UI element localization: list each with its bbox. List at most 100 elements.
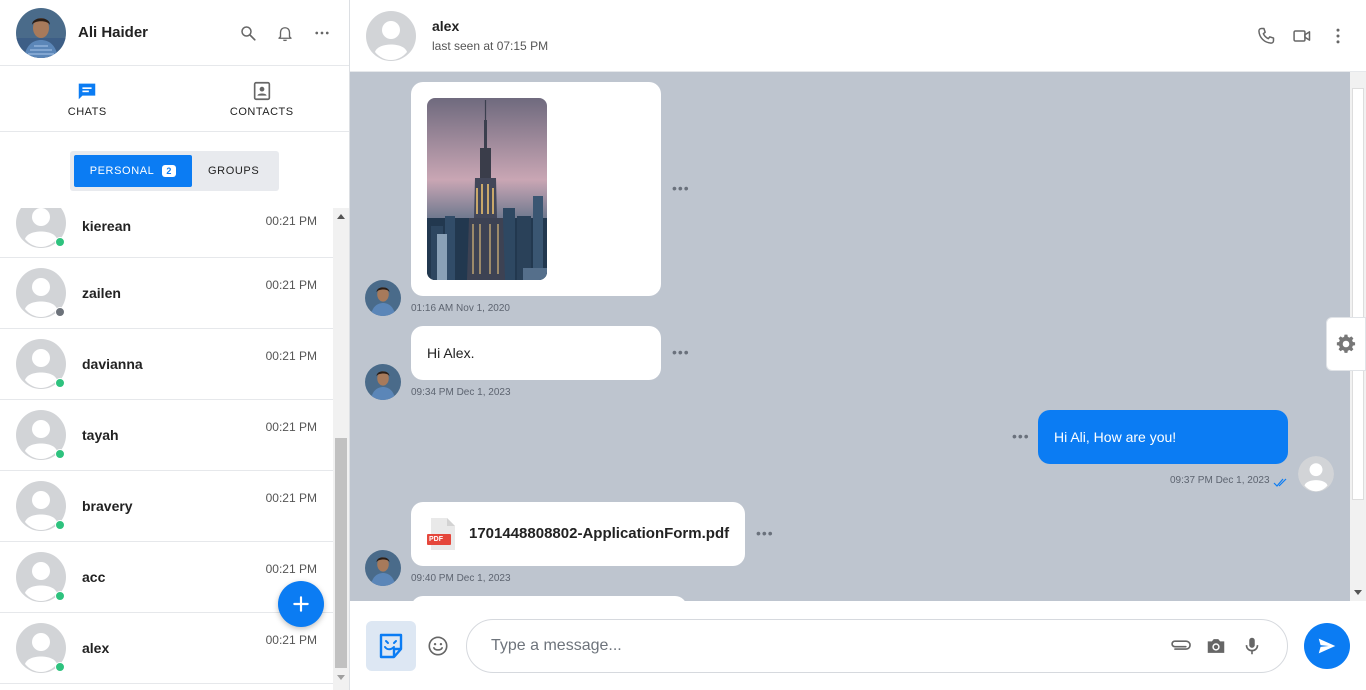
file-message-bubble[interactable]: PDF 1701448808802-ApplicationForm.pdf bbox=[411, 502, 745, 566]
last-message-time: 00:21 PM bbox=[265, 562, 317, 576]
chat-type-switch: PERSONAL 2 GROUPS bbox=[0, 132, 349, 210]
chat-app: Ali Haider CHATS CONTACTS PERSONAL 2 GRO… bbox=[0, 0, 1366, 690]
outgoing-message-bubble[interactable]: Hi Ali, How are you! bbox=[1038, 410, 1288, 464]
gear-icon bbox=[1336, 334, 1356, 353]
my-default-avatar bbox=[1298, 456, 1334, 492]
message-area: ••• 01:16 AM Nov 1, 2020 Hi Alex. ••• 09… bbox=[350, 72, 1350, 601]
online-status-dot bbox=[55, 378, 65, 388]
sender-avatar bbox=[365, 550, 401, 586]
phone-call-icon[interactable] bbox=[1254, 24, 1278, 48]
tab-contacts-label: CONTACTS bbox=[229, 105, 294, 118]
search-icon[interactable] bbox=[237, 22, 259, 44]
last-message-time: 00:21 PM bbox=[265, 278, 317, 292]
message-input-container bbox=[466, 618, 1288, 673]
settings-gear-button[interactable] bbox=[1326, 317, 1366, 371]
sidebar: Ali Haider CHATS CONTACTS PERSONAL 2 GRO… bbox=[0, 0, 350, 690]
kebab-menu-icon[interactable] bbox=[1326, 24, 1350, 48]
message-options-icon[interactable]: ••• bbox=[756, 525, 774, 541]
message-timestamp: 09:34 PM Dec 1, 2023 bbox=[411, 387, 511, 398]
online-status-dot bbox=[55, 662, 65, 672]
online-status-dot bbox=[55, 449, 65, 459]
building-photo[interactable] bbox=[427, 98, 547, 280]
last-message-time: 00:21 PM bbox=[265, 491, 317, 505]
chat-list-item[interactable]: kierean 00:21 PM bbox=[0, 208, 333, 258]
pdf-file-icon: PDF bbox=[427, 517, 457, 551]
unread-badge: 2 bbox=[162, 165, 177, 177]
user-name: Ali Haider bbox=[78, 24, 149, 41]
last-message-time: 00:21 PM bbox=[265, 633, 317, 647]
default-avatar-icon bbox=[16, 208, 66, 248]
online-status-dot bbox=[55, 520, 65, 530]
user-avatar[interactable] bbox=[16, 7, 66, 58]
incoming-message-bubble[interactable]: Hi Alex. bbox=[411, 326, 661, 380]
message-text: Hi Alex. bbox=[427, 345, 475, 361]
sidebar-header: Ali Haider bbox=[0, 0, 349, 66]
scroll-up-arrow-icon[interactable] bbox=[337, 214, 345, 219]
default-avatar-icon bbox=[16, 339, 66, 389]
scroll-down-arrow-icon[interactable] bbox=[1354, 590, 1362, 595]
send-icon bbox=[1318, 638, 1336, 653]
image-message-bubble[interactable] bbox=[411, 82, 661, 296]
scrollbar-thumb[interactable] bbox=[1352, 88, 1364, 500]
scrollbar-thumb[interactable] bbox=[335, 438, 347, 668]
more-options-icon[interactable] bbox=[311, 22, 333, 44]
send-button[interactable] bbox=[1304, 622, 1350, 669]
notification-bell-icon[interactable] bbox=[274, 22, 296, 44]
plus-icon bbox=[293, 596, 309, 612]
sidebar-tabs: CHATS CONTACTS bbox=[0, 66, 349, 132]
sender-avatar bbox=[365, 364, 401, 400]
message-timestamp: 09:40 PM Dec 1, 2023 bbox=[411, 573, 511, 584]
message-options-icon[interactable]: ••• bbox=[672, 344, 690, 360]
groups-tab-button[interactable]: GROUPS bbox=[192, 155, 275, 187]
file-name[interactable]: 1701448808802-ApplicationForm.pdf bbox=[469, 525, 729, 542]
video-call-icon[interactable] bbox=[1290, 24, 1314, 48]
online-status-dot bbox=[55, 591, 65, 601]
personal-tab-button[interactable]: PERSONAL 2 bbox=[73, 155, 193, 187]
default-avatar-icon bbox=[16, 552, 66, 602]
tab-chats[interactable]: CHATS bbox=[0, 66, 175, 131]
conversation-header: alex last seen at 07:15 PM bbox=[350, 0, 1366, 72]
groups-label: GROUPS bbox=[208, 165, 260, 177]
sticker-button[interactable] bbox=[366, 620, 416, 671]
scroll-down-arrow-icon[interactable] bbox=[337, 675, 345, 680]
message-options-icon[interactable]: ••• bbox=[1012, 428, 1030, 444]
message-options-icon[interactable]: ••• bbox=[672, 180, 690, 196]
read-receipt-icon bbox=[1273, 475, 1289, 487]
chat-list-item[interactable]: davianna 00:21 PM bbox=[0, 329, 333, 400]
default-avatar-icon bbox=[16, 623, 66, 673]
personal-label: PERSONAL bbox=[89, 165, 155, 177]
chat-list-item[interactable]: alex 00:21 PM bbox=[0, 613, 333, 684]
offline-status-dot bbox=[55, 307, 65, 317]
chat-list-scrollbar[interactable] bbox=[333, 208, 349, 690]
online-status-dot bbox=[55, 237, 65, 247]
message-composer bbox=[350, 601, 1366, 690]
message-timestamp: 01:16 AM Nov 1, 2020 bbox=[411, 303, 510, 314]
default-avatar-icon bbox=[16, 481, 66, 531]
default-avatar-icon bbox=[16, 410, 66, 460]
last-message-time: 00:21 PM bbox=[265, 420, 317, 434]
message-text: Hi Ali, How are you! bbox=[1054, 429, 1177, 445]
conversation-panel: alex last seen at 07:15 PM ••• 01:16 AM … bbox=[350, 0, 1366, 690]
chat-list-item[interactable]: zailen 00:21 PM bbox=[0, 258, 333, 329]
tab-contacts[interactable]: CONTACTS bbox=[175, 66, 350, 131]
last-seen-status: last seen at 07:15 PM bbox=[432, 39, 549, 53]
default-avatar-icon[interactable] bbox=[366, 10, 416, 61]
attachment-paperclip-icon[interactable] bbox=[1169, 635, 1191, 657]
camera-icon[interactable] bbox=[1205, 635, 1227, 657]
message-input[interactable] bbox=[491, 636, 1155, 655]
segment-control: PERSONAL 2 GROUPS bbox=[69, 151, 280, 191]
last-message-time: 00:21 PM bbox=[265, 214, 317, 228]
chat-list-item[interactable]: bravery 00:21 PM bbox=[0, 471, 333, 542]
last-message-time: 00:21 PM bbox=[265, 349, 317, 363]
conversation-info: alex last seen at 07:15 PM bbox=[432, 18, 1242, 53]
message-timestamp: 09:37 PM Dec 1, 2023 bbox=[1170, 475, 1270, 486]
default-avatar-icon bbox=[16, 268, 66, 318]
sticker-icon bbox=[379, 633, 403, 658]
chat-list-item[interactable]: tayah 00:21 PM bbox=[0, 400, 333, 471]
chat-icon bbox=[79, 83, 96, 99]
new-chat-button[interactable] bbox=[278, 581, 324, 627]
tab-chats-label: CHATS bbox=[67, 105, 107, 118]
pdf-badge-label: PDF bbox=[429, 536, 443, 543]
microphone-icon[interactable] bbox=[1241, 635, 1263, 657]
emoji-icon[interactable] bbox=[426, 634, 450, 658]
